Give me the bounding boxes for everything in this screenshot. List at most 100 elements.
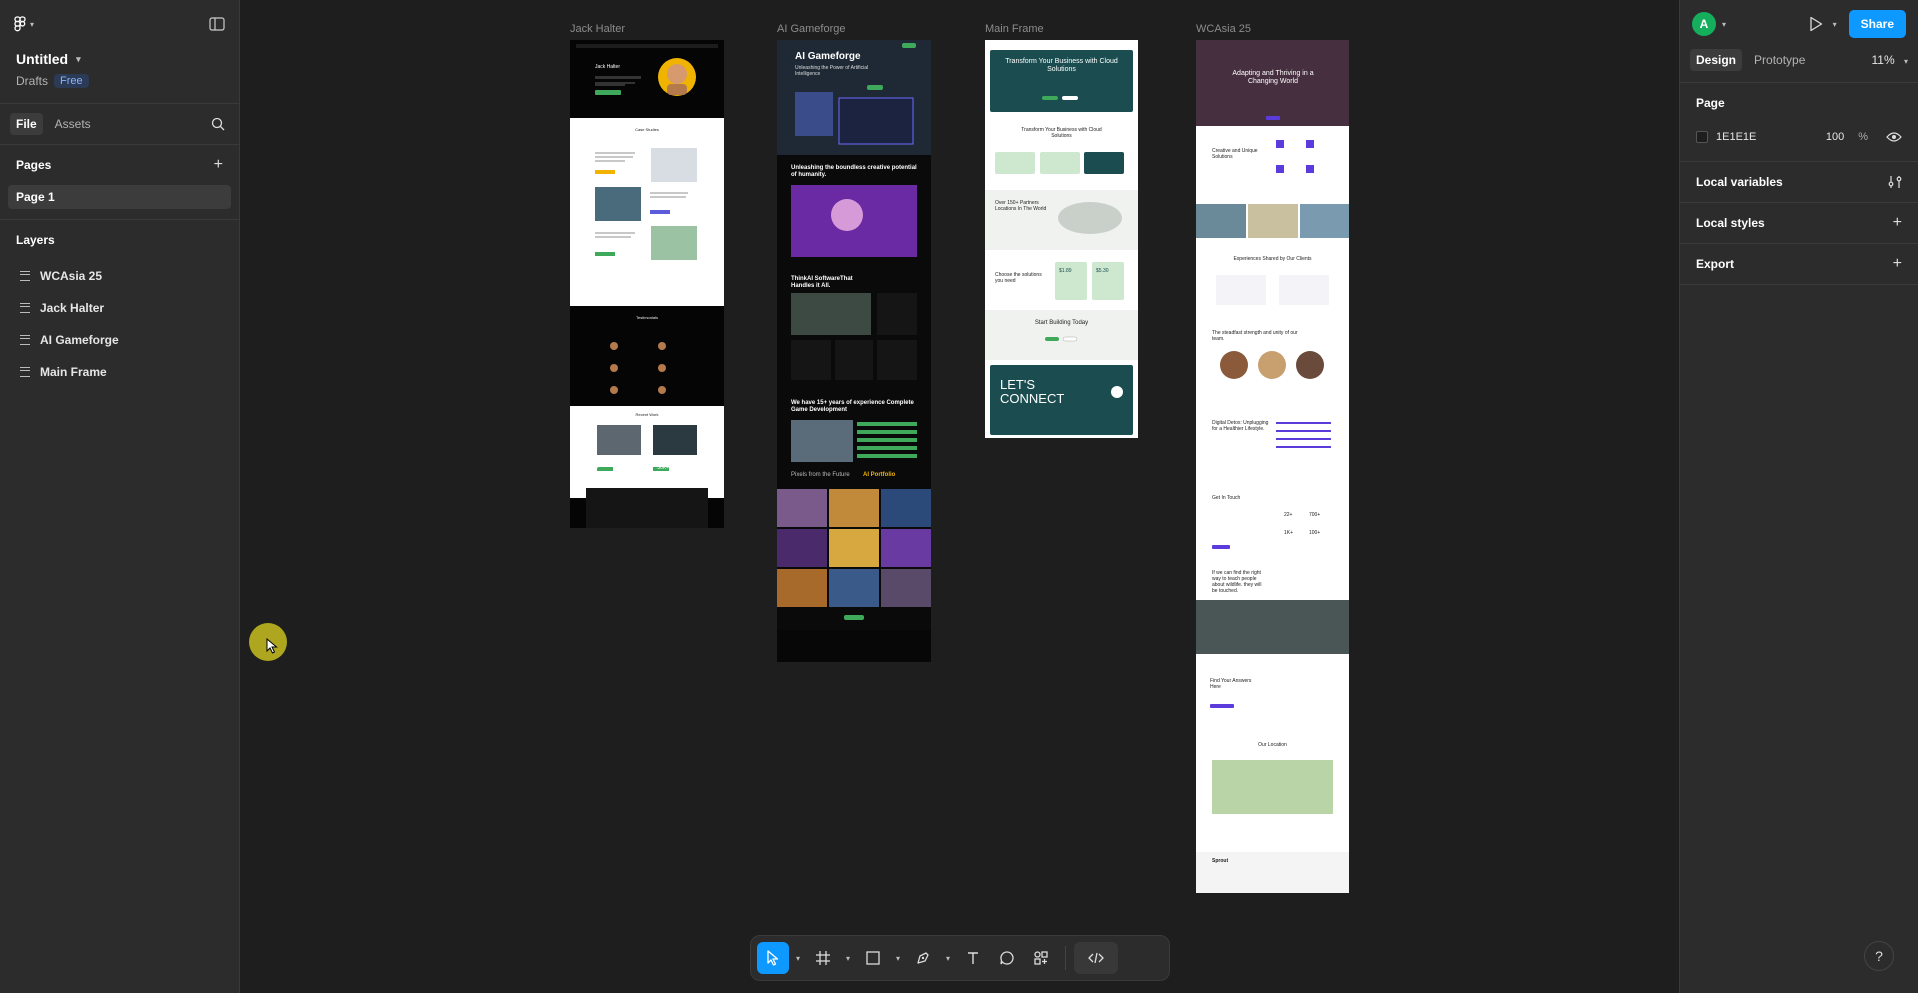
chevron-down-icon[interactable]: ▾: [891, 954, 905, 963]
wc-team: The steadfast strength and unity of our …: [1212, 330, 1298, 342]
chevron-down-icon[interactable]: ▾: [791, 954, 805, 963]
wc-hero: Adapting and Thriving in a Changing Worl…: [1232, 70, 1314, 86]
local-styles-label: Local styles: [1696, 216, 1765, 230]
left-panel: ▾ Untitled ▾ Drafts Free File Assets Pag…: [0, 0, 240, 993]
frame-ai-gameforge[interactable]: AI Gameforge Unleashing the Power of Art…: [777, 40, 931, 662]
ai-section-2: ThinkAI SoftwareThat Handles it All.: [791, 276, 853, 290]
frame-main-frame[interactable]: Transform Your Business with Cloud Solut…: [985, 40, 1138, 438]
search-icon[interactable]: [211, 117, 225, 131]
wcasia-preview: [1196, 40, 1349, 893]
jack-testimonials-title: Testimonials: [635, 315, 658, 320]
fill-opacity-unit: %: [1858, 131, 1868, 143]
eye-icon[interactable]: [1886, 131, 1902, 143]
frame-icon: [20, 335, 30, 345]
ai-section-4a: Pixels from the Future: [791, 472, 850, 478]
text-tool-button[interactable]: [957, 942, 989, 974]
local-styles-row[interactable]: Local styles +: [1680, 203, 1918, 243]
local-variables-row[interactable]: Local variables: [1680, 162, 1918, 202]
rectangle-icon: [866, 951, 880, 965]
tab-prototype[interactable]: Prototype: [1748, 49, 1811, 71]
frame-label-ai-gameforge[interactable]: AI Gameforge: [777, 23, 845, 35]
tab-file[interactable]: File: [10, 113, 43, 135]
file-name-button[interactable]: Untitled ▾: [16, 48, 223, 70]
comment-tool-button[interactable]: [991, 942, 1023, 974]
fill-color-swatch[interactable]: [1696, 131, 1708, 143]
pages-header: Pages +: [0, 145, 239, 185]
layer-item-ai-gameforge[interactable]: AI Gameforge: [0, 324, 239, 356]
plan-badge: Free: [54, 74, 89, 88]
layer-item-wcasia[interactable]: WCAsia 25: [0, 260, 239, 292]
layer-label: WCAsia 25: [40, 269, 103, 283]
avatar[interactable]: A: [1692, 12, 1716, 36]
frame-label-jack-halter[interactable]: Jack Halter: [570, 23, 625, 35]
divider: [1065, 946, 1066, 970]
fill-hex-input[interactable]: 1E1E1E: [1716, 131, 1818, 143]
sidebar-toggle-icon[interactable]: [209, 17, 225, 31]
page-item-page-1[interactable]: Page 1: [8, 185, 231, 209]
left-tabs: File Assets: [0, 104, 239, 144]
export-row[interactable]: Export +: [1680, 244, 1918, 284]
drafts-link[interactable]: Drafts: [16, 74, 48, 88]
cursor-icon: [767, 950, 779, 966]
canvas[interactable]: Jack Halter Jack Halter Case Studies Tes…: [241, 0, 1679, 993]
frame-tool-button[interactable]: [807, 942, 839, 974]
variables-sliders-icon[interactable]: [1888, 175, 1902, 189]
present-play-icon[interactable]: [1809, 16, 1823, 32]
mouse-pointer-icon: [266, 638, 278, 654]
jack-case-title: Case Studies: [635, 127, 659, 132]
frame-jack-halter[interactable]: Jack Halter Case Studies Testimonials Re…: [570, 40, 724, 528]
main-price-1: $1.89: [1059, 268, 1072, 274]
wc-location: Our Location: [1258, 742, 1287, 748]
chevron-down-icon: ▾: [76, 53, 81, 64]
code-icon: [1088, 952, 1104, 964]
right-tabs: Design Prototype 11% ▾: [1680, 48, 1918, 72]
fill-opacity-input[interactable]: 100: [1826, 131, 1844, 143]
chevron-down-icon: ▾: [30, 19, 35, 29]
export-label: Export: [1696, 257, 1735, 271]
zoom-level[interactable]: 11% ▾: [1872, 53, 1909, 67]
pen-tool-button[interactable]: [907, 942, 939, 974]
add-page-icon[interactable]: +: [214, 156, 223, 174]
frame-wcasia[interactable]: Adapting and Thriving in a Changing Worl…: [1196, 40, 1349, 893]
frame-hash-icon: [816, 951, 830, 965]
add-export-icon[interactable]: +: [1893, 255, 1902, 273]
main-hero: Transform Your Business with Cloud Solut…: [1005, 58, 1118, 74]
frame-label-wcasia[interactable]: WCAsia 25: [1196, 23, 1251, 35]
rectangle-tool-button[interactable]: [857, 942, 889, 974]
page-heading: Page: [1696, 96, 1725, 110]
actions-tool-button[interactable]: [1025, 942, 1057, 974]
ai-hero-sub: Unleashing the Power of Artificial Intel…: [795, 65, 869, 77]
main-menu-button[interactable]: ▾: [14, 16, 34, 32]
chevron-down-icon: ▾: [1903, 57, 1908, 66]
layer-item-jack-halter[interactable]: Jack Halter: [0, 292, 239, 324]
main-section-2: Transform Your Business with Cloud Solut…: [1021, 127, 1102, 139]
dev-mode-toggle[interactable]: [1074, 942, 1118, 974]
tab-assets[interactable]: Assets: [49, 113, 97, 135]
page-fill-row[interactable]: 1E1E1E 100 %: [1680, 123, 1918, 151]
share-button[interactable]: Share: [1848, 10, 1906, 38]
divider: [1680, 284, 1918, 285]
frame-label-main-frame[interactable]: Main Frame: [985, 23, 1044, 35]
chevron-down-icon[interactable]: ▾: [1722, 20, 1726, 29]
main-plans: Choose the solutions you need: [995, 272, 1042, 284]
wc-stat: 700+: [1309, 512, 1321, 518]
move-tool-button[interactable]: [757, 942, 789, 974]
wc-answers: Find Your Answers Here: [1210, 678, 1252, 690]
chevron-down-icon[interactable]: ▾: [841, 954, 855, 963]
tab-design[interactable]: Design: [1690, 49, 1743, 71]
layer-label: Main Frame: [40, 365, 107, 379]
page-item-label: Page 1: [16, 190, 55, 204]
text-icon: [968, 952, 978, 964]
chevron-down-icon[interactable]: ▾: [941, 954, 955, 963]
add-style-icon[interactable]: +: [1893, 214, 1902, 232]
layer-item-main-frame[interactable]: Main Frame: [0, 356, 239, 388]
help-button[interactable]: ?: [1864, 941, 1894, 971]
chevron-down-icon[interactable]: ▾: [1833, 20, 1837, 29]
right-panel: A ▾ ▾ Share Design Prototype 11% ▾ Page …: [1679, 0, 1918, 993]
main-connect: LET'S CONNECT: [1000, 377, 1065, 407]
main-partners: Over 150+ Partners Locations In The Worl…: [995, 200, 1047, 212]
ai-gameforge-preview: [777, 40, 931, 662]
jack-recent-title: Recent Work: [635, 412, 659, 417]
wc-stat: 1K+: [1284, 530, 1294, 536]
layers-heading: Layers: [16, 233, 55, 247]
